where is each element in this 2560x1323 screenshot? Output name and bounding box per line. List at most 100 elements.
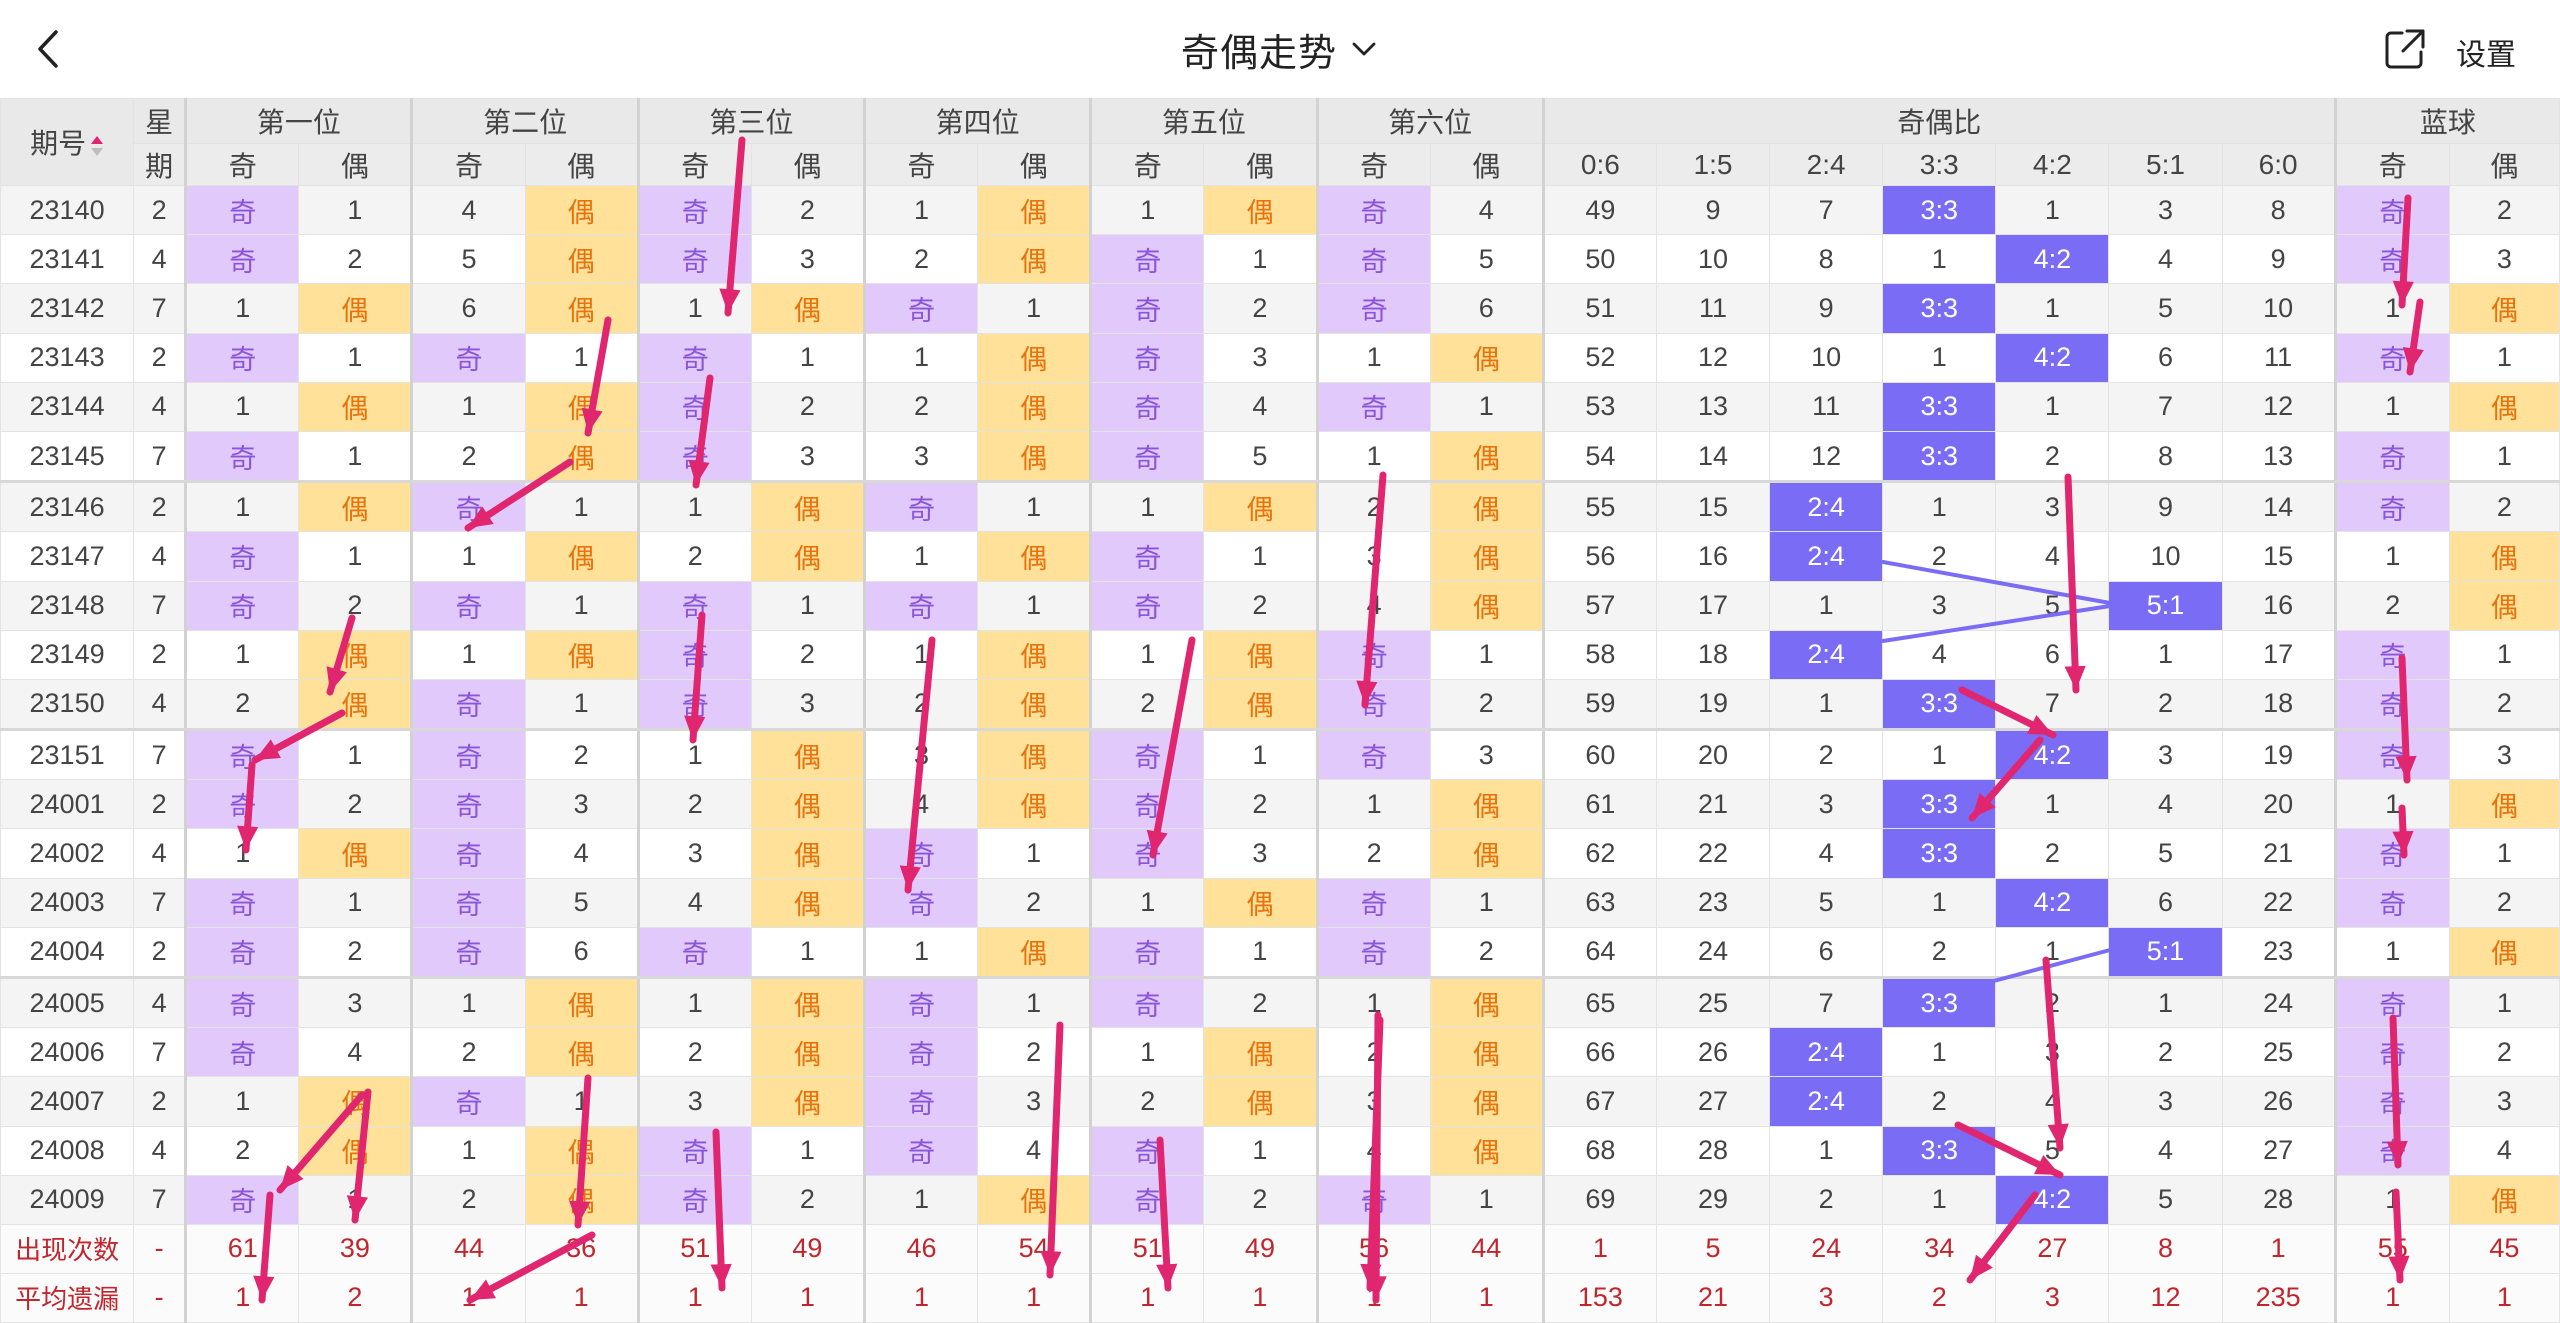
table-row[interactable]: 24007 2 1 偶奇 1 3 偶奇 3 2 偶 3 偶 67 27 2:4 2 4 3 26 奇 3 — [0, 1076, 2560, 1127]
even-marker: 偶 — [1203, 1076, 1318, 1127]
miss-count: 4 — [1315, 580, 1431, 631]
miss-count: 2 — [1203, 1174, 1318, 1225]
even-marker: 偶 — [524, 184, 639, 236]
star-cell: 4 — [133, 234, 187, 285]
table-row[interactable]: 23142 7 1 偶 6 偶 1 偶奇 1 奇 2 奇 6 51 11 9 3:3 1 5 10 1 偶 — [0, 283, 2560, 334]
ratio-marker: 5:1 — [2108, 926, 2223, 980]
miss-count: 3 — [636, 1076, 752, 1127]
table-row[interactable]: 23148 7 奇 2 奇 1 奇 1 奇 1 奇 2 4 偶 57 17 1 3 5 5:1 16 2 偶 — [0, 580, 2560, 631]
table-row[interactable]: 24004 2 奇 2 奇 6 奇 1 1 偶奇 1 奇 2 64 24 6 2 1 5:1 23 1 偶 — [0, 926, 2560, 980]
issue-cell: 24004 — [0, 926, 135, 980]
table-row[interactable]: 24008 4 2 偶 1 偶奇 1 奇 4 奇 1 4 偶 68 28 1 3:3 5 4 27 奇 4 — [0, 1125, 2560, 1176]
ratio-miss-count: 20 — [2221, 779, 2336, 830]
table-row[interactable]: 23144 4 1 偶 1 偶奇 2 2 偶奇 4 奇 1 53 13 11 3:3 1 7 12 1 偶 — [0, 381, 2560, 432]
table-row[interactable]: 23150 4 2 偶奇 1 奇 3 2 偶 2 偶奇 2 59 19 1 3:3 7 2 18 奇 2 — [0, 678, 2560, 732]
sort-arrows-icon[interactable] — [90, 134, 104, 158]
page-title[interactable]: 奇偶走势 — [1181, 22, 1337, 77]
ratio-miss-count: 4 — [1882, 629, 1997, 680]
table-row[interactable]: 23149 2 1 偶 1 偶奇 2 1 偶 1 偶奇 1 58 18 2:4 4 6 1 17 奇 1 — [0, 629, 2560, 680]
title-dropdown[interactable]: 奇偶走势 — [0, 0, 2560, 98]
even-marker: 偶 — [750, 283, 865, 334]
even-marker: 偶 — [750, 1076, 865, 1127]
ratio-miss-count: 2 — [1995, 430, 2110, 484]
table-row[interactable]: 23143 2 奇 1 奇 1 奇 1 1 偶奇 3 1 偶 52 12 10 1 4:2 6 11 奇 1 — [0, 332, 2560, 383]
table-row[interactable]: 23151 7 奇 1 奇 2 1 偶 3 偶奇 1 奇 3 60 20 2 1 4:2 3 19 奇 3 — [0, 729, 2560, 781]
table-row[interactable]: 23147 4 奇 1 1 偶 2 偶 1 偶奇 1 3 偶 56 16 2:4 2 4 10 15 1 偶 — [0, 531, 2560, 582]
share-icon[interactable] — [2382, 26, 2428, 72]
ratio-marker: 3:3 — [1882, 976, 1997, 1029]
even-marker: 偶 — [1203, 184, 1318, 236]
miss-count: 2 — [636, 779, 752, 830]
col-header-even: 偶 — [1429, 143, 1544, 186]
stats-star: - — [133, 1223, 187, 1274]
ratio-miss-count: 5 — [2108, 828, 2223, 879]
miss-count: 1 — [636, 729, 752, 781]
odd-marker: 奇 — [184, 184, 300, 236]
miss-count: 1 — [184, 1076, 300, 1127]
ratio-miss-count: 28 — [2221, 1174, 2336, 1225]
odd-marker: 奇 — [1315, 877, 1431, 928]
ratio-miss-count: 2 — [1882, 926, 1997, 980]
miss-count: 1 — [750, 926, 865, 980]
miss-count: 1 — [977, 283, 1092, 334]
issue-column-header[interactable]: 期号 — [0, 98, 135, 186]
ratio-marker: 3:3 — [1882, 184, 1997, 236]
even-marker: 偶 — [298, 629, 413, 680]
odd-marker: 奇 — [636, 430, 752, 484]
miss-count: 2 — [184, 678, 300, 732]
miss-count: 1 — [298, 184, 413, 236]
stats-value: 1 — [1315, 1272, 1431, 1323]
table-row[interactable]: 23145 7 奇 1 2 偶奇 3 3 偶奇 5 1 偶 54 14 12 3:3 2 8 13 奇 1 — [0, 430, 2560, 484]
table-row[interactable]: 24009 7 奇 1 2 偶奇 2 1 偶奇 2 奇 1 69 29 2 1 4:2 5 28 1 偶 — [0, 1174, 2560, 1225]
ratio-miss-count: 1 — [1882, 729, 1997, 781]
table-row[interactable]: 24001 2 奇 2 奇 3 2 偶 4 偶奇 2 1 偶 61 21 3 3:3 1 4 20 1 偶 — [0, 779, 2560, 830]
table-row[interactable]: 23146 2 1 偶奇 1 1 偶奇 1 1 偶 2 偶 55 15 2:4 1 3 9 14 奇 2 — [0, 481, 2560, 533]
col-header-ratio: 2:4 — [1769, 143, 1884, 186]
star-cell: 7 — [133, 877, 187, 928]
miss-count: 4 — [636, 877, 752, 928]
ratio-miss-count: 2 — [1769, 1174, 1884, 1225]
even-marker: 偶 — [750, 976, 865, 1029]
odd-marker: 奇 — [1315, 729, 1431, 781]
even-marker: 偶 — [1203, 629, 1318, 680]
miss-count: 4 — [1429, 184, 1544, 236]
ratio-miss-count: 1 — [1995, 381, 2110, 432]
star-cell: 2 — [133, 184, 187, 236]
ratio-miss-count: 67 — [1541, 1076, 1657, 1127]
ratio-miss-count: 57 — [1541, 580, 1657, 631]
ratio-marker: 4:2 — [1995, 1174, 2110, 1225]
group-header-pos4: 第四位 — [862, 98, 1092, 144]
ratio-miss-count: 1 — [2108, 629, 2223, 680]
ratio-miss-count: 1 — [1882, 1174, 1997, 1225]
ratio-miss-count: 26 — [1655, 1027, 1771, 1078]
table-row[interactable]: 23141 4 奇 2 5 偶奇 3 2 偶奇 1 奇 5 50 10 8 1 4:2 4 9 奇 3 — [0, 234, 2560, 285]
star-cell: 4 — [133, 976, 187, 1029]
even-marker: 偶 — [750, 729, 865, 781]
ratio-marker: 4:2 — [1995, 877, 2110, 928]
header-row-columns: 期 奇偶奇偶奇偶奇偶奇偶奇偶 0:6 1:5 2:4 3:3 4:2 5:1 6:0 奇偶 — [1, 143, 2560, 186]
even-marker: 偶 — [1429, 1076, 1544, 1127]
miss-count: 4 — [1315, 1125, 1431, 1176]
blue-cell: 2 — [2448, 481, 2560, 533]
ratio-miss-count: 4 — [1769, 828, 1884, 879]
ratio-miss-count: 19 — [2221, 729, 2336, 781]
miss-count: 1 — [977, 976, 1092, 1029]
ratio-miss-count: 10 — [2221, 283, 2336, 334]
miss-count: 1 — [977, 481, 1092, 533]
settings-button[interactable]: 设置 — [2456, 30, 2516, 74]
blue-cell: 奇 — [2333, 976, 2450, 1029]
issue-cell: 23143 — [0, 332, 135, 383]
table-row[interactable]: 24006 7 奇 4 2 偶 2 偶奇 2 1 偶 2 偶 66 26 2:4 1 3 2 25 奇 2 — [0, 1027, 2560, 1078]
even-marker: 偶 — [977, 381, 1092, 432]
table-row[interactable]: 24005 4 奇 3 1 偶 1 偶奇 1 奇 2 1 偶 65 25 7 3:3 2 1 24 奇 1 — [0, 976, 2560, 1029]
table-row[interactable]: 24003 7 奇 1 奇 5 4 偶奇 2 1 偶奇 1 63 23 5 1 4:2 6 22 奇 2 — [0, 877, 2560, 928]
table-row[interactable]: 24002 4 1 偶奇 4 3 偶奇 1 奇 3 2 偶 62 22 4 3:3 2 5 21 奇 1 — [0, 828, 2560, 879]
chevron-down-icon[interactable] — [1349, 34, 1379, 64]
ratio-miss-count: 2 — [1995, 976, 2110, 1029]
star-cell: 2 — [133, 481, 187, 533]
miss-count: 1 — [750, 332, 865, 383]
ratio-miss-count: 13 — [2221, 430, 2336, 484]
blue-cell: 奇 — [2333, 184, 2450, 236]
table-row[interactable]: 23140 2 奇 1 4 偶奇 2 1 偶 1 偶奇 4 49 9 7 3:3 1 3 8 奇 2 — [0, 184, 2560, 236]
miss-count: 6 — [1429, 283, 1544, 334]
